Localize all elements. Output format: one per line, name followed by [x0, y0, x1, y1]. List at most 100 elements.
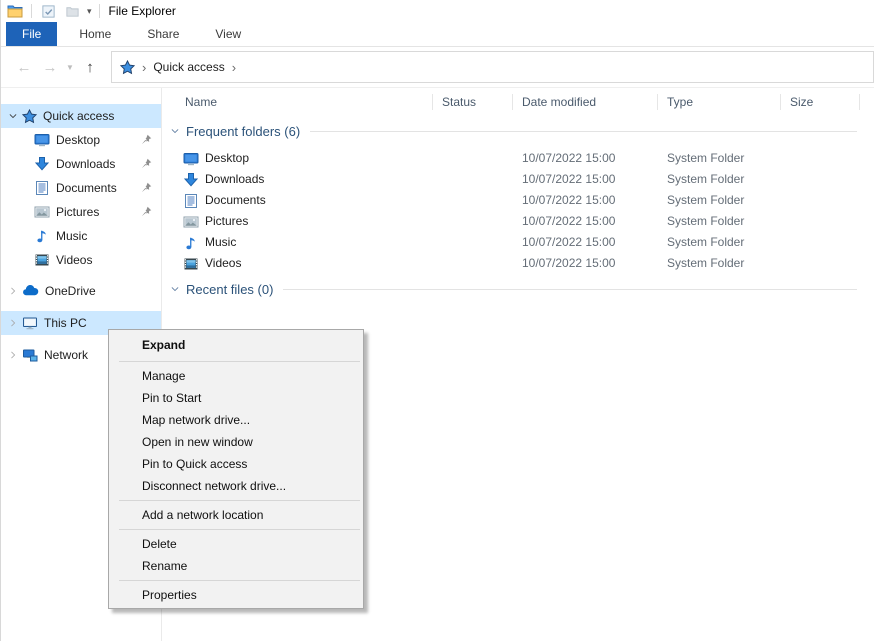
tab-file[interactable]: File — [6, 22, 57, 46]
type-cell: System Folder — [667, 253, 744, 274]
chevron-right-icon[interactable] — [7, 350, 19, 360]
tab-view[interactable]: View — [201, 22, 255, 46]
documents-icon — [183, 193, 199, 209]
context-menu-item-add-a-network-location[interactable]: Add a network location — [109, 504, 363, 526]
file-name: Videos — [205, 253, 241, 274]
this-pc-icon — [22, 315, 38, 331]
menu-separator — [119, 500, 360, 501]
forward-button[interactable]: → — [37, 59, 63, 76]
column-divider[interactable] — [780, 94, 781, 110]
sidebar-item-label: Pictures — [56, 205, 99, 219]
sidebar-item-documents[interactable]: Documents — [1, 176, 161, 200]
group-label: Recent files (0) — [186, 282, 273, 297]
menu-separator — [119, 361, 360, 362]
pin-icon — [141, 158, 152, 172]
menu-separator — [119, 580, 360, 581]
file-row-videos[interactable]: Videos10/07/2022 15:00System Folder — [162, 253, 874, 274]
file-row-documents[interactable]: Documents10/07/2022 15:00System Folder — [162, 190, 874, 211]
properties-icon[interactable] — [39, 2, 57, 20]
context-menu-item-properties[interactable]: Properties — [109, 584, 363, 606]
type-cell: System Folder — [667, 148, 744, 169]
sidebar-item-pictures[interactable]: Pictures — [1, 200, 161, 224]
tab-share[interactable]: Share — [133, 22, 193, 46]
file-name-cell: Documents — [183, 190, 266, 211]
sidebar-item-downloads[interactable]: Downloads — [1, 152, 161, 176]
column-header-size[interactable]: Size — [790, 90, 813, 114]
sidebar-item-label: Desktop — [56, 133, 100, 147]
chevron-right-icon[interactable] — [7, 318, 19, 328]
file-row-pictures[interactable]: Pictures10/07/2022 15:00System Folder — [162, 211, 874, 232]
chevron-down-icon[interactable] — [7, 111, 19, 121]
context-menu-item-pin-to-start[interactable]: Pin to Start — [109, 387, 363, 409]
qat-dropdown-icon[interactable]: ▾ — [87, 6, 92, 17]
column-divider[interactable] — [432, 94, 433, 110]
navigation-bar: ← → ▼ ↑ › Quick access › — [1, 47, 874, 88]
context-menu-item-delete[interactable]: Delete — [109, 533, 363, 555]
up-button[interactable]: ↑ — [77, 59, 103, 76]
chevron-down-icon[interactable] — [170, 126, 180, 136]
downloads-icon — [34, 156, 50, 172]
file-row-music[interactable]: Music10/07/2022 15:00System Folder — [162, 232, 874, 253]
file-name-cell: Pictures — [183, 211, 248, 232]
group-header-recent-files[interactable]: Recent files (0) — [170, 280, 857, 298]
context-menu-item-disconnect-network-drive[interactable]: Disconnect network drive... — [109, 475, 363, 497]
sidebar-item-videos[interactable]: Videos — [1, 248, 161, 272]
date-modified-cell: 10/07/2022 15:00 — [522, 148, 615, 169]
column-header-type[interactable]: Type — [667, 90, 693, 114]
sidebar-item-music[interactable]: Music — [1, 224, 161, 248]
pictures-icon — [34, 204, 50, 220]
group-header-frequent-folders[interactable]: Frequent folders (6) — [170, 122, 857, 140]
sidebar-item-label: Music — [56, 229, 87, 243]
column-header-date[interactable]: Date modified — [522, 90, 596, 114]
breadcrumb-chevron-icon[interactable]: › — [232, 61, 236, 74]
back-button[interactable]: ← — [11, 59, 37, 76]
sidebar-item-label: Downloads — [56, 157, 115, 171]
chevron-right-icon[interactable] — [7, 286, 19, 296]
sidebar-item-quick-access[interactable]: Quick access — [1, 104, 161, 128]
column-header-name[interactable]: Name — [185, 90, 217, 114]
context-menu-item-rename[interactable]: Rename — [109, 555, 363, 577]
file-name: Pictures — [205, 211, 248, 232]
qat-separator — [99, 4, 100, 18]
new-folder-icon[interactable] — [63, 2, 81, 20]
date-modified-cell: 10/07/2022 15:00 — [522, 169, 615, 190]
network-icon — [22, 347, 38, 363]
pin-icon — [141, 182, 152, 196]
sidebar-item-onedrive[interactable]: OneDrive — [1, 279, 161, 303]
file-explorer-window: ▾ File Explorer File Home Share View ← →… — [0, 0, 874, 641]
context-menu-item-manage[interactable]: Manage — [109, 365, 363, 387]
sidebar-item-label: Documents — [56, 181, 117, 195]
recent-locations-icon[interactable]: ▼ — [63, 63, 77, 72]
context-menu-item-pin-to-quick-access[interactable]: Pin to Quick access — [109, 453, 363, 475]
quick-access-star-icon — [120, 60, 135, 75]
chevron-down-icon[interactable] — [170, 284, 180, 294]
address-bar[interactable]: › Quick access › — [111, 51, 874, 83]
file-name: Downloads — [205, 169, 264, 190]
tab-home[interactable]: Home — [65, 22, 125, 46]
pictures-icon — [183, 214, 199, 230]
column-divider[interactable] — [512, 94, 513, 110]
qat-separator — [31, 4, 32, 18]
pin-icon — [141, 134, 152, 148]
date-modified-cell: 10/07/2022 15:00 — [522, 190, 615, 211]
context-menu-item-open-in-new-window[interactable]: Open in new window — [109, 431, 363, 453]
menu-separator — [119, 529, 360, 530]
file-row-downloads[interactable]: Downloads10/07/2022 15:00System Folder — [162, 169, 874, 190]
context-menu-item-expand[interactable]: Expand — [109, 332, 363, 358]
column-divider[interactable] — [859, 94, 860, 110]
desktop-icon — [183, 151, 199, 167]
file-row-desktop[interactable]: Desktop10/07/2022 15:00System Folder — [162, 148, 874, 169]
music-icon — [34, 228, 50, 244]
explorer-logo-icon[interactable] — [6, 2, 24, 20]
sidebar-item-label: OneDrive — [45, 284, 96, 298]
column-divider[interactable] — [657, 94, 658, 110]
breadcrumb-segment[interactable]: Quick access — [153, 60, 224, 74]
pin-icon — [141, 206, 152, 220]
date-modified-cell: 10/07/2022 15:00 — [522, 232, 615, 253]
context-menu-item-map-network-drive[interactable]: Map network drive... — [109, 409, 363, 431]
column-header-status[interactable]: Status — [442, 90, 476, 114]
sidebar-item-desktop[interactable]: Desktop — [1, 128, 161, 152]
file-name: Documents — [205, 190, 266, 211]
date-modified-cell: 10/07/2022 15:00 — [522, 211, 615, 232]
breadcrumb-chevron-icon[interactable]: › — [142, 61, 146, 74]
